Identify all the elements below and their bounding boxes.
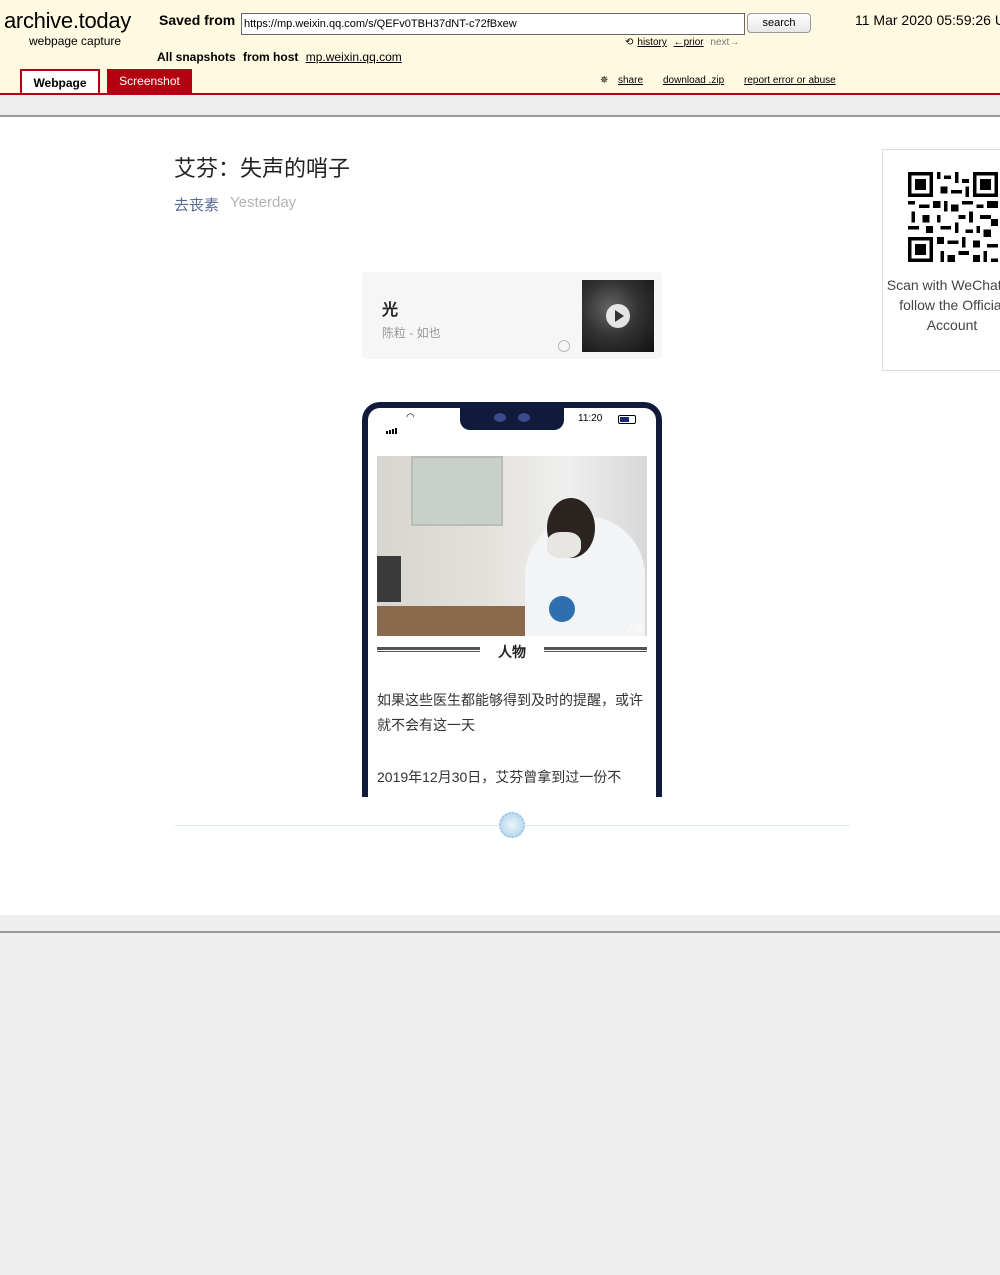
article-author[interactable]: 去丧素 [174, 194, 219, 215]
article-time: Yesterday [230, 194, 297, 211]
signal-icon [386, 416, 398, 434]
share-link[interactable]: share [618, 75, 643, 86]
battery-icon [618, 415, 636, 424]
page-bottom-divider [0, 931, 1000, 933]
section-rule-right [544, 647, 647, 652]
archive-logo[interactable]: archive.today [4, 8, 131, 34]
section-label: 人物 [498, 644, 526, 660]
qr-code [908, 172, 998, 262]
article-paragraph: 2019年12月30日，艾芬曾拿到过一份不 [377, 769, 622, 785]
article-photo: 人物 [377, 456, 647, 636]
phone-screen: ◠ 11:20 人物 人物 如果这些医生都能够得到及时的提醒，或许就不会有这一天… [368, 408, 656, 797]
archived-page: 艾芬：失声的哨子 去丧素 Yesterday 光 陈粒 - 如也 ◠ 11:20 [0, 117, 1000, 915]
next-link: next→ [710, 37, 740, 48]
article-paragraph: 如果这些医生都能够得到及时的提醒，或许就不会有这一天 [377, 692, 643, 733]
phone-notch [460, 408, 564, 430]
archive-header: archive.today webpage capture Saved from… [0, 0, 1000, 97]
qr-panel: Scan with WeChat to follow the Official … [882, 149, 1000, 371]
prior-link[interactable]: ←prior [674, 37, 704, 48]
wifi-icon: ◠ [406, 412, 415, 423]
section-header: 人物 [377, 640, 647, 662]
music-note-icon [558, 340, 570, 352]
logo-subtitle: webpage capture [29, 34, 122, 48]
play-icon[interactable] [606, 304, 630, 328]
article-title: 艾芬：失声的哨子 [174, 156, 351, 181]
host-link[interactable]: mp.weixin.qq.com [306, 50, 402, 64]
qr-caption: Scan with WeChat to follow the Official … [886, 277, 1000, 333]
from-host-label: from host [243, 50, 299, 64]
history-link[interactable]: history [637, 37, 666, 48]
history-icon: ⟲ [625, 37, 634, 48]
download-zip-link[interactable]: download .zip [663, 75, 724, 86]
photo-watermark: 人物 [627, 624, 643, 633]
music-artist: 陈粒 - 如也 [382, 326, 441, 340]
phone-frame: ◠ 11:20 人物 人物 如果这些医生都能够得到及时的提醒，或许就不会有这一天… [362, 402, 662, 797]
all-snapshots-label: All snapshots [157, 50, 236, 64]
music-title: 光 [382, 302, 399, 319]
history-nav: ⟲ history ←prior next→ [625, 37, 743, 48]
share-icon: ✵ [600, 75, 609, 86]
virus-icon [499, 812, 525, 838]
tab-screenshot[interactable]: Screenshot [107, 69, 192, 93]
header-band [0, 95, 1000, 115]
status-time: 11:20 [578, 413, 603, 424]
search-button[interactable]: search [747, 13, 811, 33]
report-link[interactable]: report error or abuse [744, 75, 836, 86]
music-card[interactable]: 光 陈粒 - 如也 [362, 272, 662, 359]
saved-from-label: Saved from [159, 12, 236, 28]
url-input[interactable]: https://mp.weixin.qq.com/s/QEFv0TBH37dNT… [241, 13, 745, 35]
all-snapshots-row: All snapshots from host mp.weixin.qq.com [157, 50, 402, 64]
music-cover [582, 280, 654, 352]
capture-datetime: 11 Mar 2020 05:59:26 U [855, 12, 1000, 28]
